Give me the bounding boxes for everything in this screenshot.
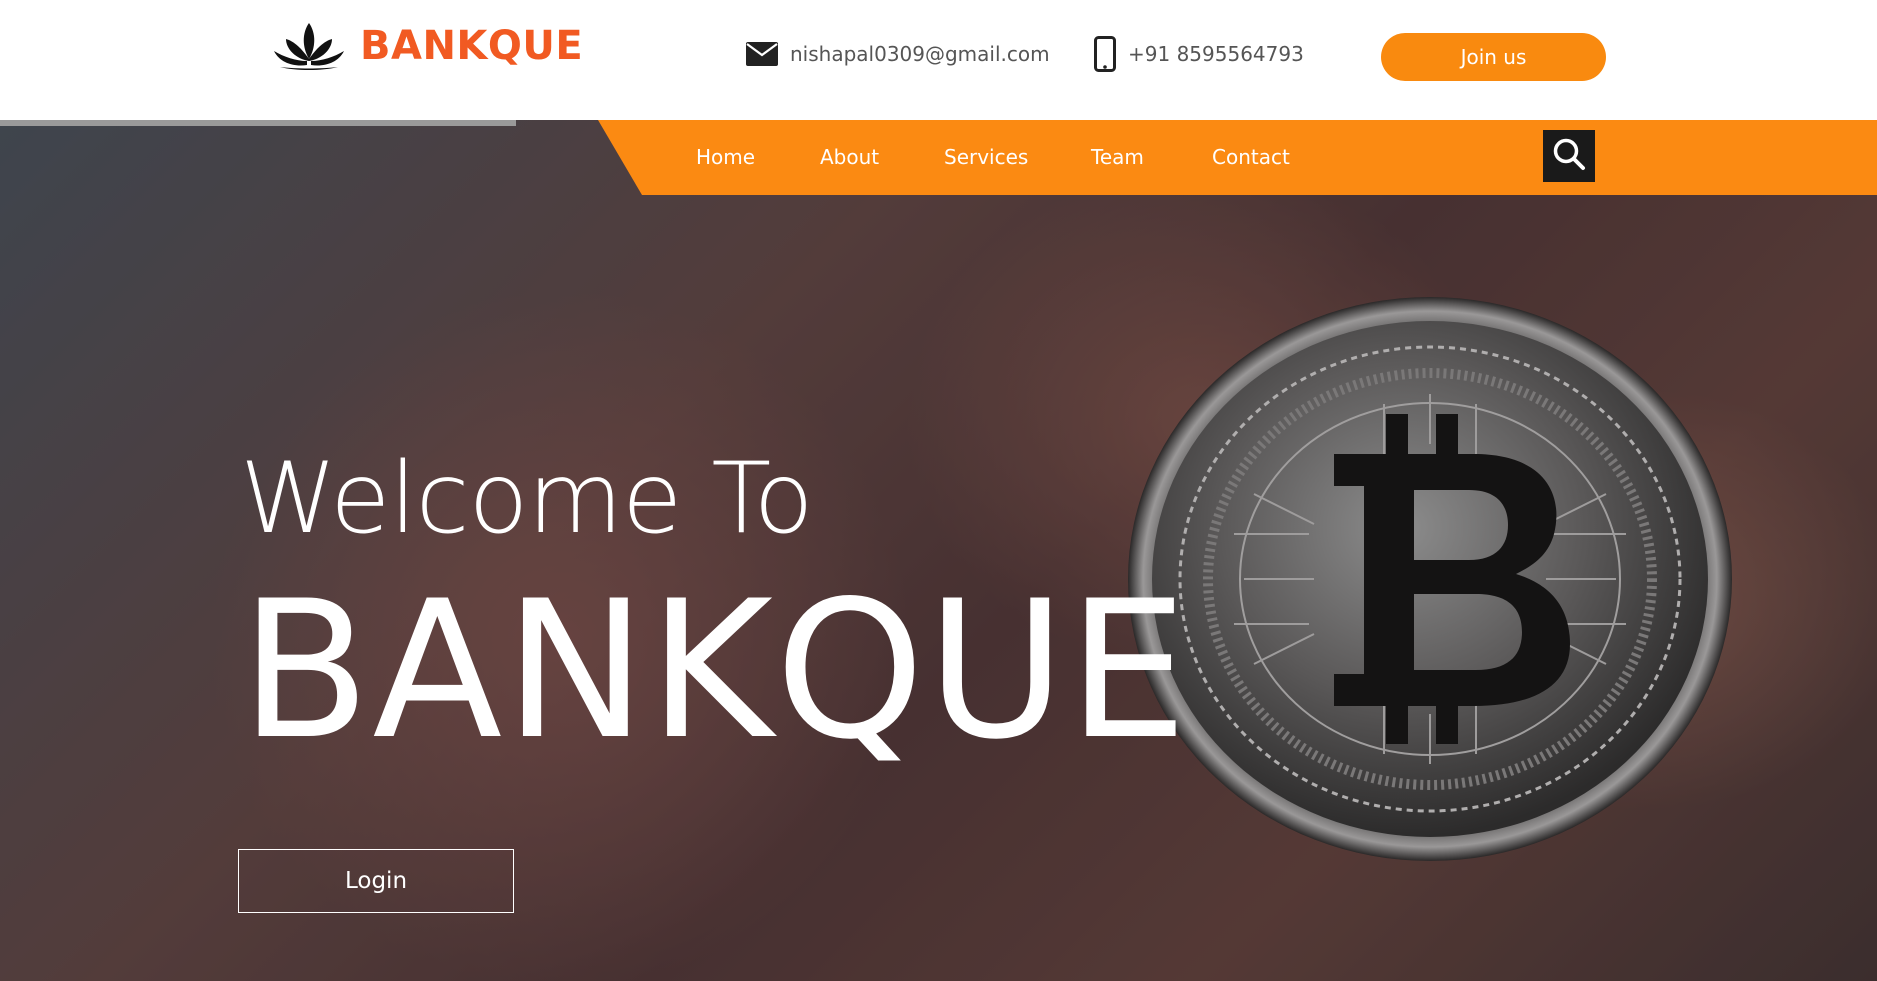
- brand-name: BANKQUE: [360, 23, 584, 69]
- search-icon: [1552, 137, 1586, 176]
- nav-about[interactable]: About: [820, 120, 879, 195]
- mobile-phone-icon: [1094, 36, 1116, 72]
- search-button[interactable]: [1543, 130, 1595, 182]
- email-contact: nishapal0309@gmail.com: [746, 34, 1050, 74]
- hero-brand-title: BANKQUE: [240, 560, 1190, 781]
- top-header: BANKQUE nishapal0309@gmail.com +91 85955…: [0, 0, 1877, 120]
- join-us-button[interactable]: Join us: [1381, 33, 1606, 81]
- nav-contact[interactable]: Contact: [1212, 120, 1290, 195]
- hero-welcome-text: Welcome To: [240, 442, 814, 556]
- phone-contact: +91 8595564793: [1094, 34, 1304, 74]
- header-divider: [0, 120, 516, 126]
- envelope-icon: [746, 42, 778, 66]
- phone-text[interactable]: +91 8595564793: [1128, 42, 1304, 66]
- main-nav: Home About Services Team Contact: [598, 120, 1877, 195]
- bitcoin-coin-image: [1128, 297, 1732, 861]
- nav-services[interactable]: Services: [944, 120, 1028, 195]
- login-button[interactable]: Login: [238, 849, 514, 913]
- hero-section: Home About Services Team Contact Welcome…: [0, 120, 1877, 981]
- nav-team[interactable]: Team: [1091, 120, 1144, 195]
- nav-home[interactable]: Home: [696, 120, 755, 195]
- logo[interactable]: BANKQUE: [272, 18, 583, 74]
- email-text[interactable]: nishapal0309@gmail.com: [790, 42, 1050, 66]
- lotus-logo-icon: [272, 21, 346, 71]
